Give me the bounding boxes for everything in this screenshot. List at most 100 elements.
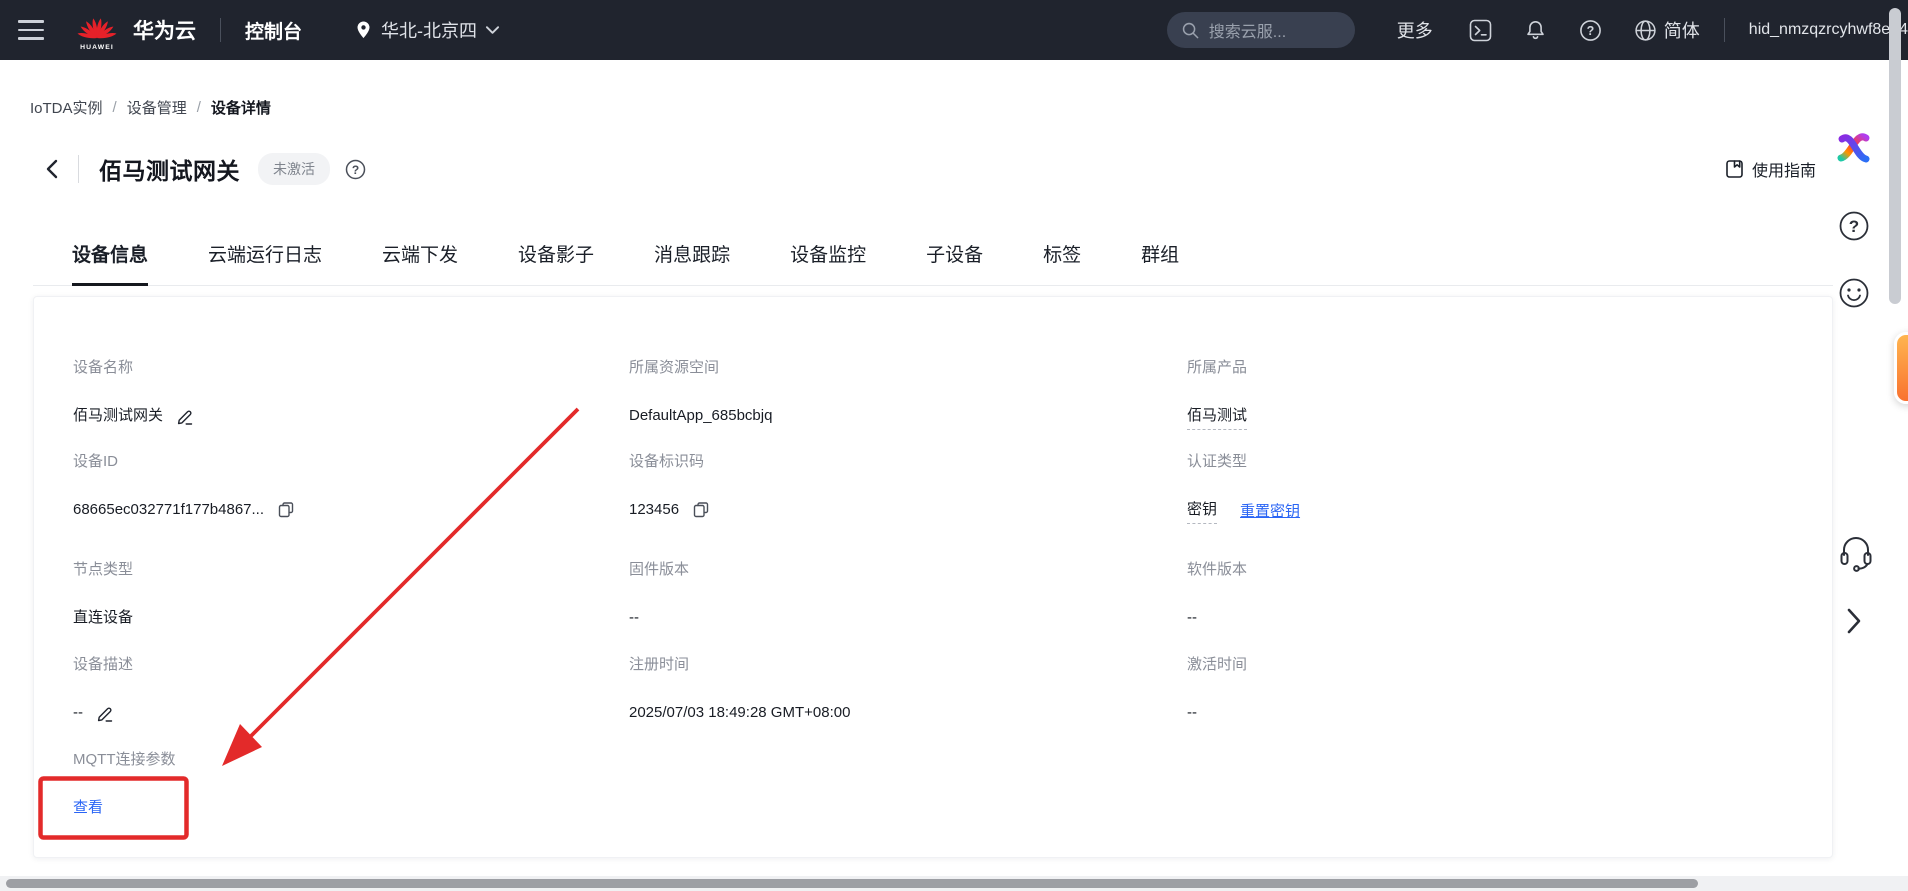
breadcrumb-separator: / [113, 99, 117, 116]
title-divider [78, 155, 79, 183]
breadcrumb-iotda[interactable]: IoTDA实例 [30, 97, 103, 118]
copy-device-id-button[interactable] [277, 501, 295, 519]
field-device-name: 设备名称 佰马测试网关 [73, 359, 629, 453]
notification-bell-icon[interactable] [1524, 19, 1547, 42]
feedback-smiley-icon[interactable] [1838, 277, 1870, 309]
location-pin-icon [354, 19, 373, 41]
field-product: 所属产品 佰马测试 [1187, 359, 1832, 453]
huawei-logo-caption: HUAWEI [80, 44, 114, 51]
topbar: HUAWEI 华为云 控制台 华北-北京四 搜索云服... 更多 [0, 0, 1908, 60]
tab-tags[interactable]: 标签 [1043, 240, 1081, 285]
horizontal-scrollbar-track[interactable] [0, 876, 1908, 891]
page-header: 佰马测试网关 未激活 ? 使用指南 [0, 146, 1908, 192]
back-button[interactable] [42, 158, 62, 180]
menu-icon[interactable] [18, 20, 44, 40]
field-label: 设备描述 [73, 656, 629, 674]
field-software-version: 软件版本 -- [1187, 561, 1832, 656]
tab-device-shadow[interactable]: 设备影子 [518, 240, 594, 285]
vertical-scrollbar-thumb[interactable] [1889, 8, 1901, 304]
auth-type-value: 密钥 [1187, 500, 1217, 524]
breadcrumb-device-detail: 设备详情 [211, 97, 271, 118]
horizontal-scrollbar-thumb[interactable] [6, 879, 1698, 888]
pencil-icon [176, 407, 195, 426]
field-label: 所属资源空间 [629, 359, 1187, 377]
topbar-divider [220, 18, 221, 42]
field-label: MQTT连接参数 [73, 751, 629, 769]
search-placeholder: 搜索云服... [1209, 18, 1286, 42]
field-activate-time: 激活时间 -- [1187, 656, 1832, 751]
field-device-desc: 设备描述 -- [73, 656, 629, 751]
edit-device-desc-button[interactable] [96, 704, 115, 723]
title-help-icon[interactable]: ? [345, 159, 366, 180]
edit-device-name-button[interactable] [176, 407, 195, 426]
assistant-colorful-x-icon[interactable] [1835, 130, 1873, 168]
resource-space-value: DefaultApp_685bcbjq [629, 406, 772, 426]
field-label: 设备ID [73, 453, 629, 471]
page-title: 佰马测试网关 [99, 152, 240, 186]
firmware-version-value: -- [629, 608, 639, 628]
field-label: 激活时间 [1187, 656, 1832, 674]
breadcrumb-separator: / [197, 99, 201, 116]
region-selector[interactable]: 华北-北京四 [354, 17, 500, 43]
tab-bar: 设备信息 云端运行日志 云端下发 设备影子 消息跟踪 设备监控 子设备 标签 群… [33, 240, 1833, 286]
language-selector[interactable]: 简体 [1634, 17, 1700, 43]
huawei-logo-icon[interactable]: HUAWEI [74, 7, 120, 53]
field-device-code: 设备标识码 123456 [629, 453, 1187, 561]
device-name-value: 佰马测试网关 [73, 406, 163, 426]
product-link[interactable]: 佰马测试 [1187, 406, 1247, 430]
cloud-shell-icon[interactable] [1469, 19, 1492, 42]
svg-text:?: ? [1849, 217, 1859, 236]
field-label: 注册时间 [629, 656, 1187, 674]
copy-device-code-button[interactable] [692, 501, 710, 519]
reset-secret-link[interactable]: 重置密钥 [1240, 502, 1300, 522]
book-icon [1725, 159, 1744, 179]
expand-panel-chevron-icon[interactable] [1842, 606, 1866, 636]
tab-cloud-run-log[interactable]: 云端运行日志 [208, 240, 322, 285]
chevron-down-icon [485, 25, 500, 35]
usage-guide-link[interactable]: 使用指南 [1725, 157, 1816, 181]
usage-guide-label: 使用指南 [1752, 157, 1816, 181]
copy-icon [692, 501, 710, 519]
field-label: 设备标识码 [629, 453, 1187, 471]
field-auth-type: 认证类型 密钥 重置密钥 [1187, 453, 1832, 561]
field-label: 软件版本 [1187, 561, 1832, 579]
console-link[interactable]: 控制台 [245, 17, 302, 44]
more-menu[interactable]: 更多 [1397, 17, 1433, 43]
activate-time-value: -- [1187, 703, 1197, 723]
help-icon[interactable]: ? [1579, 19, 1602, 42]
field-node-type: 节点类型 直连设备 [73, 561, 629, 656]
view-mqtt-params-link[interactable]: 查看 [73, 798, 103, 818]
tab-message-trace[interactable]: 消息跟踪 [654, 240, 730, 285]
breadcrumb-device-mgmt[interactable]: 设备管理 [127, 97, 187, 118]
rail-help-icon[interactable]: ? [1838, 210, 1870, 242]
tab-groups[interactable]: 群组 [1141, 240, 1179, 285]
field-resource-space: 所属资源空间 DefaultApp_685bcbjq [629, 359, 1187, 453]
software-version-value: -- [1187, 608, 1197, 628]
svg-text:?: ? [1586, 24, 1594, 38]
field-label: 认证类型 [1187, 453, 1832, 471]
device-code-value: 123456 [629, 500, 679, 520]
chevron-left-icon [42, 158, 62, 180]
field-label: 节点类型 [73, 561, 629, 579]
tab-device-monitor[interactable]: 设备监控 [790, 240, 866, 285]
brand-huaweicloud[interactable]: 华为云 [133, 15, 196, 45]
field-label: 所属产品 [1187, 359, 1832, 377]
tab-sub-devices[interactable]: 子设备 [926, 240, 983, 285]
node-type-value: 直连设备 [73, 608, 133, 628]
floating-widget-peek[interactable] [1894, 332, 1908, 404]
copy-icon [277, 501, 295, 519]
device-info-card: 设备名称 佰马测试网关 所属资源空间 DefaultApp_685bcbjq 所… [33, 296, 1833, 858]
field-label: 设备名称 [73, 359, 629, 377]
device-desc-value: -- [73, 703, 83, 723]
pencil-icon [96, 704, 115, 723]
search-icon [1181, 21, 1200, 40]
account-name[interactable]: hid_nmzqzrcyhwf8e_4 [1749, 21, 1908, 39]
status-badge: 未激活 [258, 153, 330, 185]
tab-device-info[interactable]: 设备信息 [72, 240, 148, 286]
field-firmware-version: 固件版本 -- [629, 561, 1187, 656]
search-input[interactable]: 搜索云服... [1167, 12, 1355, 48]
support-headset-icon[interactable] [1837, 533, 1875, 573]
tab-cloud-delivery[interactable]: 云端下发 [382, 240, 458, 285]
svg-text:?: ? [352, 163, 359, 177]
breadcrumb: IoTDA实例 / 设备管理 / 设备详情 [30, 97, 271, 118]
